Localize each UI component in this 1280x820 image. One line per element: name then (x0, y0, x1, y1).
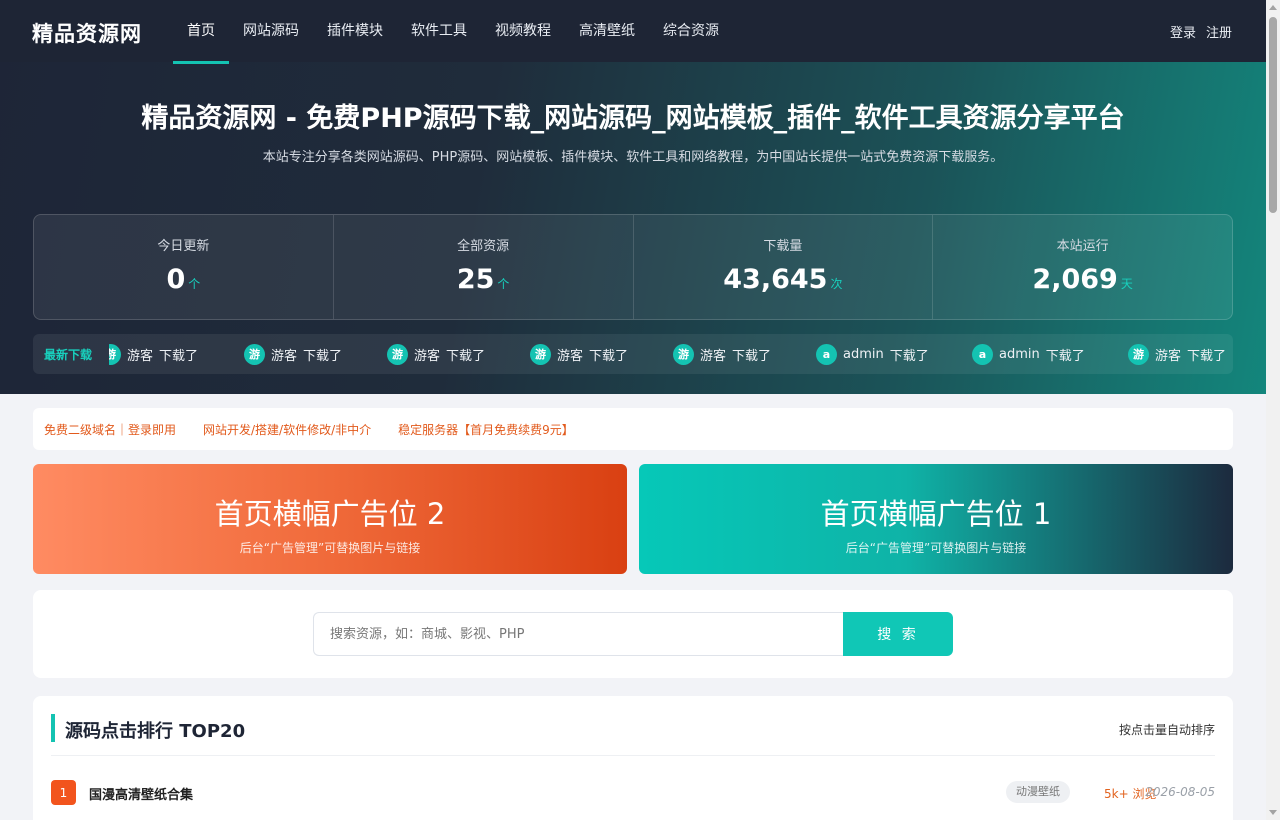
ranking-accent-bar (51, 714, 55, 742)
user-avatar: a (816, 343, 837, 365)
ticker-user: 游客 (127, 348, 154, 364)
promo-link-dev[interactable]: 网站开发/搭建/软件修改/非中介 (203, 421, 371, 438)
user-avatar: 游 (109, 343, 121, 365)
nav-misc-resources[interactable]: 综合资源 (649, 0, 733, 62)
banner-title: 首页横幅广告位 1 (820, 497, 1052, 531)
ticker-user: 游客 (414, 348, 441, 364)
search-input[interactable] (313, 612, 843, 656)
ticker-label: 最新下载 (44, 348, 93, 362)
ticker-action: 下载了 (732, 348, 772, 364)
user-avatar: a (972, 343, 993, 365)
promo-link-domain[interactable]: 免费二级域名｜登录即用 (44, 421, 176, 438)
user-avatar: 游 (1128, 343, 1149, 365)
ticker-user: 游客 (557, 348, 584, 364)
site-logo[interactable]: 精品资源网 (32, 18, 142, 48)
stat-all-resources: 全部资源 25 个 (334, 215, 634, 319)
stat-value: 43,645 (723, 264, 828, 295)
login-link[interactable]: 登录 (1170, 22, 1196, 41)
ticker-action: 下载了 (446, 348, 486, 364)
scroll-down-arrow-icon[interactable] (1269, 810, 1277, 815)
ranking-row[interactable]: 1 国漫高清壁纸合集 动漫壁纸 5k+ 浏览 2026-08-05 (51, 780, 1215, 806)
ticker-track: 游游客 下载了 游游客 下载了 游游客 下载了 游游客 下载了 游游客 下载了 a admi… (109, 334, 1233, 374)
stat-unit: 个 (497, 277, 510, 291)
ticker-item[interactable]: 游游客 下载了 (387, 343, 485, 365)
ticker-item[interactable]: a admin 下载了 (972, 343, 1085, 365)
user-avatar: 游 (530, 343, 551, 365)
ticker-item[interactable]: 游游客 下载了 (1128, 343, 1226, 365)
category-tag[interactable]: 动漫壁纸 (1006, 781, 1070, 803)
scrollbar-thumb[interactable] (1269, 17, 1277, 213)
ticker-item[interactable]: a admin 下载了 (816, 343, 929, 365)
stat-label: 全部资源 (457, 239, 510, 254)
ticker-action: 下载了 (1187, 348, 1227, 364)
scroll-up-arrow-icon[interactable] (1269, 5, 1277, 10)
nav-website-source[interactable]: 网站源码 (229, 0, 313, 62)
ranking-card: 源码点击排行 TOP20 按点击量自动排序 1 国漫高清壁纸合集 动漫壁纸 5k… (33, 696, 1233, 820)
ticker-item[interactable]: 游游客 下载了 (530, 343, 628, 365)
ticker-item[interactable]: 游游客 下载了 (109, 343, 198, 365)
publish-date: 2026-08-05 (1145, 785, 1215, 799)
nav-video-tutorials[interactable]: 视频教程 (481, 0, 565, 62)
stat-value: 2,069 (1032, 264, 1118, 295)
banner-subtitle: 后台“广告管理”可替换图片与链接 (239, 541, 421, 555)
resource-title-link[interactable]: 国漫高清壁纸合集 (89, 784, 193, 803)
promo-link-server[interactable]: 稳定服务器【首月免费续费9元】 (398, 421, 574, 438)
hero-subtitle: 本站专注分享各类网站源码、PHP源码、网站模板、插件模块、软件工具和网络教程，为… (262, 150, 1004, 165)
nav-hd-wallpapers[interactable]: 高清壁纸 (565, 0, 649, 62)
ticker-user: 游客 (271, 348, 298, 364)
user-avatar: 游 (387, 343, 408, 365)
stat-unit: 次 (830, 277, 843, 291)
rank-number-badge: 1 (51, 780, 76, 805)
ticker-action: 下载了 (589, 348, 629, 364)
ticker-user: 游客 (1155, 348, 1182, 364)
stat-label: 今日更新 (157, 239, 210, 254)
nav-home[interactable]: 首页 (173, 0, 229, 64)
ticker-action: 下载了 (1045, 348, 1085, 364)
main-nav: 首页 网站源码 插件模块 软件工具 视频教程 高清壁纸 综合资源 (173, 0, 733, 64)
ticker-item[interactable]: 游游客 下载了 (673, 343, 771, 365)
ticker-user: 游客 (700, 348, 727, 364)
user-avatar: 游 (673, 343, 694, 365)
page-scrollbar[interactable] (1266, 0, 1280, 820)
search-card: 搜 索 (33, 590, 1233, 678)
nav-plugins[interactable]: 插件模块 (313, 0, 397, 62)
stat-unit: 个 (188, 277, 201, 291)
stat-downloads: 下载量 43,645 次 (634, 215, 934, 319)
stat-unit: 天 (1120, 277, 1133, 291)
latest-downloads-ticker: 最新下载 游游客 下载了 游游客 下载了 游游客 下载了 游游客 下载了 游游客 下载了 … (33, 334, 1233, 374)
ticker-item[interactable]: 游游客 下载了 (244, 343, 342, 365)
ranking-title: 源码点击排行 TOP20 (65, 721, 246, 742)
banner-subtitle: 后台“广告管理”可替换图片与链接 (845, 541, 1027, 555)
search-button[interactable]: 搜 索 (843, 612, 953, 656)
stat-value: 25 (456, 264, 495, 295)
register-link[interactable]: 注册 (1206, 22, 1232, 41)
auth-links: 登录 注册 (1170, 22, 1232, 41)
user-avatar: 游 (244, 343, 265, 365)
banner-ad-2[interactable]: 首页横幅广告位 2 后台“广告管理”可替换图片与链接 (33, 464, 627, 574)
ticker-user: admin (999, 346, 1040, 362)
top-navbar: 精品资源网 首页 网站源码 插件模块 软件工具 视频教程 高清壁纸 综合资源 登… (0, 0, 1266, 64)
nav-software-tools[interactable]: 软件工具 (397, 0, 481, 62)
stat-uptime-days: 本站运行 2,069 天 (933, 215, 1232, 319)
banner-ad-1[interactable]: 首页横幅广告位 1 后台“广告管理”可替换图片与链接 (639, 464, 1233, 574)
stat-label: 本站运行 (1056, 239, 1109, 254)
ranking-header: 源码点击排行 TOP20 按点击量自动排序 (51, 714, 1215, 756)
stat-today-updates: 今日更新 0个 (34, 215, 334, 319)
hero-title: 精品资源网 - 免费PHP源码下载_网站源码_网站模板_插件_软件工具资源分享平… (141, 103, 1125, 134)
stat-value: 0 (166, 264, 186, 295)
promo-link-bar: 免费二级域名｜登录即用 网站开发/搭建/软件修改/非中介 稳定服务器【首月免费续… (33, 408, 1233, 450)
ranking-note: 按点击量自动排序 (1118, 723, 1215, 737)
ticker-action: 下载了 (303, 348, 343, 364)
ticker-user: admin (843, 346, 884, 362)
ticker-action: 下载了 (159, 348, 199, 364)
ticker-action: 下载了 (889, 348, 929, 364)
stat-label: 下载量 (763, 239, 803, 254)
stats-panel: 今日更新 0个 全部资源 25 个 下载量 43,645 次 本站运行 2,069 天 (33, 214, 1233, 320)
banner-title: 首页横幅广告位 2 (214, 497, 446, 531)
